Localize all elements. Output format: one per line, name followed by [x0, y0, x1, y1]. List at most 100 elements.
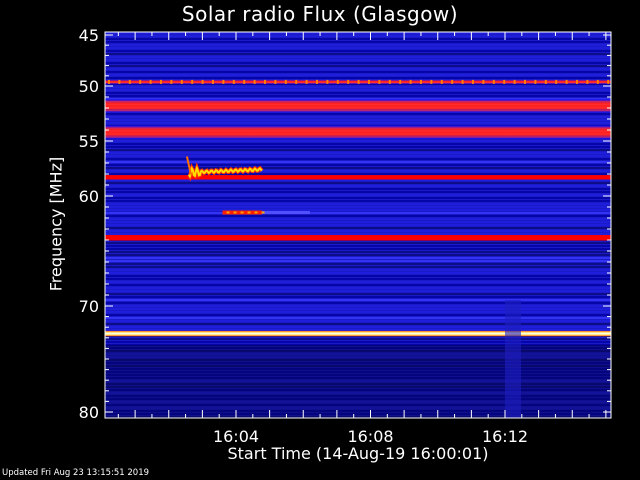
noise-stripe	[105, 221, 611, 223]
noise-stripe	[105, 95, 611, 97]
noise-stripe	[105, 263, 611, 265]
noise-stripe	[105, 47, 611, 49]
noise-stripe	[105, 146, 611, 148]
band-pulse	[128, 79, 131, 84]
noise-stripe	[105, 254, 611, 256]
noise-stripe	[105, 185, 611, 187]
band-pulse	[492, 79, 495, 84]
burst-2-spark	[261, 211, 265, 214]
band-pulse	[118, 79, 121, 84]
noise-stripe	[105, 200, 611, 202]
band-pulse	[180, 79, 183, 84]
noise-stripe	[105, 317, 611, 319]
band-pulse	[326, 79, 329, 84]
band-pulse	[243, 79, 246, 84]
band-72.6mhz	[105, 330, 611, 337]
band-pulse	[503, 79, 506, 84]
band-texture	[105, 136, 611, 138]
noise-stripe	[105, 182, 611, 184]
noise-stripe	[105, 122, 611, 124]
noise-stripe	[105, 140, 611, 142]
noise-stripe	[105, 251, 611, 253]
band-pulse	[524, 79, 526, 84]
noise-stripe	[105, 224, 611, 226]
noise-stripe	[105, 119, 611, 121]
noise-stripe	[105, 161, 611, 163]
noise-stripe	[105, 227, 611, 229]
noise-stripe	[105, 41, 611, 43]
noise-stripe	[105, 242, 611, 244]
burst-2-spark	[240, 211, 244, 214]
band-pulse	[108, 79, 110, 84]
noise-stripe	[105, 257, 611, 259]
noise-stripe	[105, 194, 611, 196]
band-pulse	[274, 79, 277, 84]
spectrogram-chart: 45505560708016:04 16:08 16:12	[79, 26, 612, 446]
y-tick-label: 60	[79, 187, 99, 206]
band-texture	[105, 110, 611, 112]
noise-stripe	[105, 308, 611, 310]
band-pulse	[596, 79, 599, 84]
noise-stripe	[105, 50, 611, 52]
noise-stripe	[105, 77, 611, 79]
noise-stripe	[105, 296, 611, 298]
y-tick-label: 80	[79, 403, 99, 422]
band-pulse	[139, 79, 142, 84]
band-63.8mhz	[105, 235, 611, 241]
noise-stripe	[105, 92, 611, 94]
band-58.3mhz	[105, 175, 611, 180]
noise-stripe	[105, 89, 611, 91]
noise-stripe	[105, 329, 611, 331]
noise-stripe	[105, 86, 611, 88]
noise-stripe	[105, 341, 611, 343]
band-pulse	[232, 79, 235, 84]
band-pulse	[388, 79, 391, 84]
noise-stripe	[105, 302, 611, 304]
band-pulse	[201, 79, 204, 84]
noise-stripe	[105, 311, 611, 313]
band-pulse	[191, 79, 194, 84]
burst-2-spark	[254, 211, 258, 214]
noise-stripe	[105, 293, 611, 295]
band-pulse	[430, 79, 433, 84]
noise-stripe	[105, 113, 611, 115]
noise-stripe	[105, 212, 611, 214]
band-pulse	[357, 79, 360, 84]
band-texture	[105, 104, 611, 106]
noise-stripe	[105, 305, 611, 307]
band-pulse	[336, 79, 339, 84]
noise-stripe	[105, 275, 611, 277]
noise-stripe	[105, 35, 611, 37]
band-pulse	[482, 79, 485, 84]
noise-stripe	[105, 314, 611, 316]
band-pulse	[513, 79, 516, 84]
burst-2-spark	[247, 211, 251, 214]
noise-stripe	[105, 56, 611, 58]
noise-stripe	[105, 260, 611, 262]
y-tick-label: 55	[79, 132, 99, 151]
noise-stripe	[105, 320, 611, 322]
noise-stripe	[105, 230, 611, 232]
noise-stripe	[105, 197, 611, 199]
noise-stripe	[105, 287, 611, 289]
noise-stripe	[105, 215, 611, 217]
burst-2-spark	[233, 211, 237, 214]
band-texture	[105, 101, 611, 103]
band-pulse	[440, 79, 443, 84]
background-stripes	[105, 32, 611, 418]
noise-stripe	[105, 281, 611, 283]
noise-stripe	[105, 62, 611, 64]
x-axis-label: Start Time (14-Aug-19 16:00:01)	[227, 444, 489, 463]
noise-stripe	[105, 290, 611, 292]
noise-stripe	[105, 116, 611, 118]
noise-stripe	[105, 59, 611, 61]
noise-stripe	[105, 209, 611, 211]
noise-stripe	[105, 338, 611, 340]
band-pulse	[586, 79, 589, 84]
noise-stripe	[105, 143, 611, 145]
band-pulse	[170, 79, 173, 84]
band-texture	[105, 133, 611, 135]
noise-stripe	[105, 278, 611, 280]
band-pulse	[253, 79, 256, 84]
band-pulse	[472, 79, 474, 84]
